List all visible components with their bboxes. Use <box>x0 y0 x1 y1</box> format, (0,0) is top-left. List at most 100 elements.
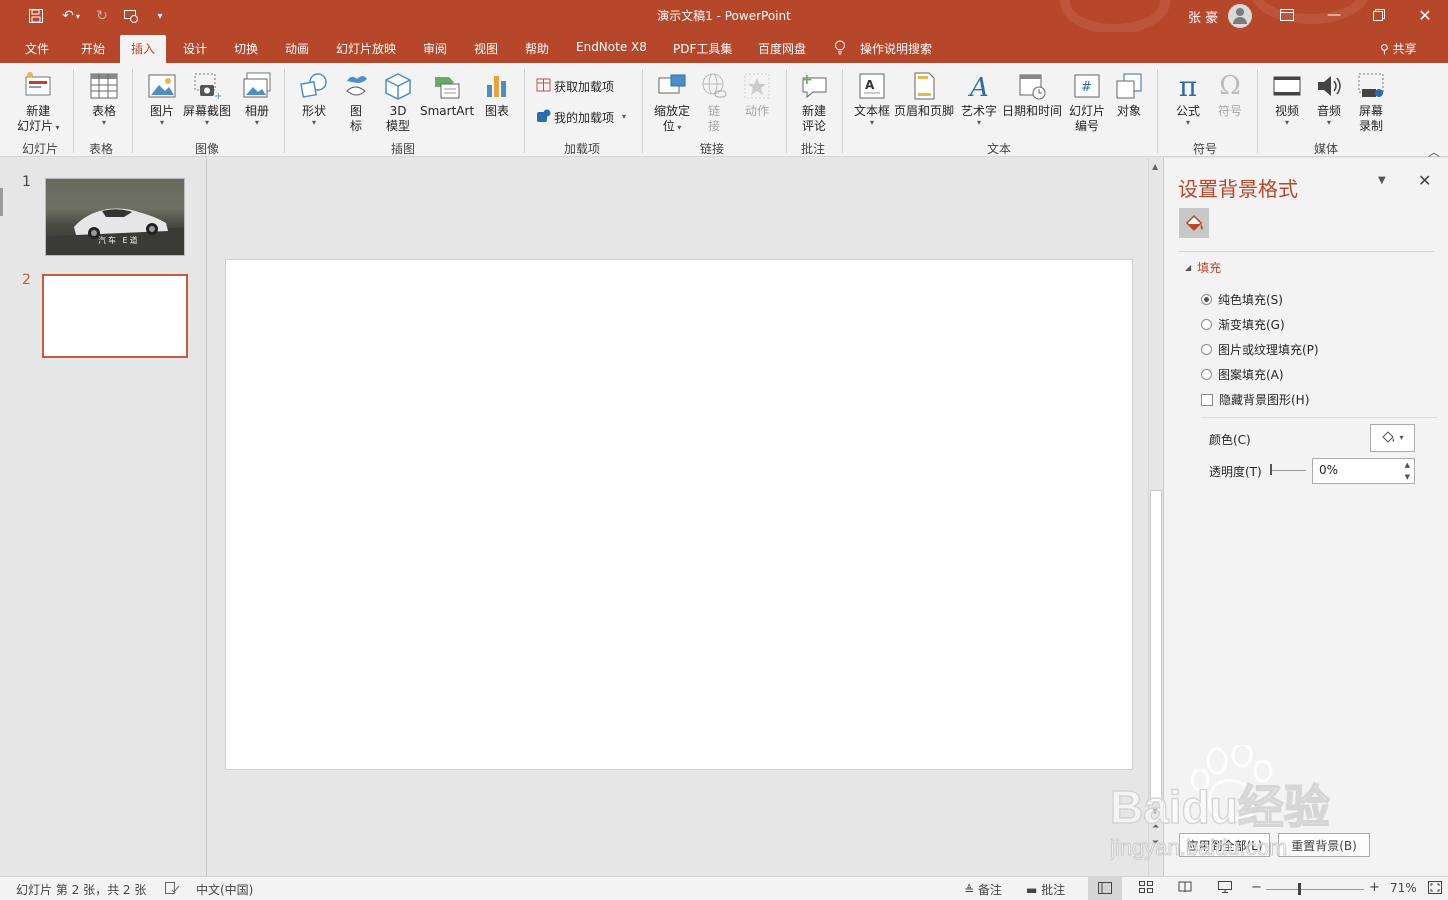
ribbon-separator <box>284 69 285 153</box>
zoom-level[interactable]: 71% <box>1390 881 1417 895</box>
smartart-button[interactable]: SmartArt <box>420 71 474 119</box>
avatar[interactable] <box>1228 4 1252 28</box>
previous-slide-icon[interactable]: ⏶ <box>1152 822 1159 832</box>
tab-pdf-tools[interactable]: PDF工具集 <box>673 40 732 57</box>
link-button[interactable]: 链 接 <box>699 71 729 134</box>
gradient-fill-radio[interactable]: 渐变填充(G) <box>1201 316 1285 333</box>
slide-number-button[interactable]: # 幻灯片 编号 <box>1069 71 1105 134</box>
format-background-pane: 设置背景格式 ▼ ✕ ◢ 填充 纯色填充(S) 渐变填充(G) 图片或纹理填充(… <box>1163 158 1448 876</box>
zoom-slider-knob[interactable] <box>1298 883 1302 895</box>
svg-text:+: + <box>214 91 222 101</box>
datetime-button[interactable]: 日期和时间 <box>1002 71 1062 119</box>
slideshow-view-button[interactable] <box>1218 881 1232 896</box>
notes-button[interactable]: ≜ 备注 <box>964 881 1002 898</box>
fit-to-window-icon[interactable] <box>1428 881 1442 897</box>
picture-button[interactable]: 图片 ▾ <box>147 71 177 127</box>
zoom-slider[interactable] <box>1266 889 1364 890</box>
tab-baidu-netdisk[interactable]: 百度网盘 <box>758 40 806 57</box>
language-indicator[interactable]: 中文(中国) <box>196 881 253 898</box>
album-button[interactable]: 相册 ▾ <box>242 71 272 127</box>
tab-view[interactable]: 视图 <box>474 40 498 57</box>
spellcheck-icon[interactable] <box>164 881 180 898</box>
transparency-input[interactable]: 0% ▲ ▼ <box>1312 458 1415 484</box>
3d-model-button[interactable]: 3D 模型 <box>383 71 413 134</box>
tab-review[interactable]: 审阅 <box>423 40 447 57</box>
pane-options-icon[interactable]: ▼ <box>1378 175 1386 186</box>
screen-record-button[interactable]: 屏幕 录制 <box>1356 71 1386 134</box>
reading-view-button[interactable] <box>1178 881 1192 896</box>
header-footer-button[interactable]: 页眉和页脚 <box>894 71 954 119</box>
my-addins-button[interactable]: 我的加载项 ▾ <box>536 108 626 126</box>
status-bar: 幻灯片 第 2 张，共 2 张 中文(中国) ≜ 备注 ▬ 批注 − + 71% <box>0 876 1448 900</box>
video-button[interactable]: 视频 ▾ <box>1272 71 1302 127</box>
picture-fill-radio[interactable]: 图片或纹理填充(P) <box>1201 341 1319 358</box>
tab-design[interactable]: 设计 <box>183 40 207 57</box>
slide-canvas[interactable] <box>225 259 1133 770</box>
tab-home[interactable]: 开始 <box>81 40 105 57</box>
zoom-out-icon[interactable]: − <box>1251 880 1262 895</box>
solid-fill-radio[interactable]: 纯色填充(S) <box>1201 291 1283 308</box>
chart-button[interactable]: 图表 <box>482 71 512 119</box>
transparency-slider-handle[interactable] <box>1270 464 1272 475</box>
action-button[interactable]: 动作 <box>742 71 772 119</box>
tab-animations[interactable]: 动画 <box>285 40 309 57</box>
slide-thumbnail-1[interactable]: 汽车 E道 <box>45 178 185 256</box>
apply-to-all-button[interactable]: 应用到全部(L) <box>1179 833 1270 857</box>
tell-me-search[interactable]: 操作说明搜索 <box>860 40 932 57</box>
minimize-icon[interactable]: — <box>1320 4 1348 26</box>
tab-file[interactable]: 文件 <box>25 40 49 57</box>
equation-button[interactable]: π 公式 ▾ <box>1173 71 1203 127</box>
symbol-button[interactable]: Ω 符号 <box>1215 71 1245 119</box>
user-name[interactable]: 张 豪 <box>1188 7 1218 26</box>
normal-view-button[interactable] <box>1088 877 1122 900</box>
get-addins-button[interactable]: 获取加载项 <box>536 77 614 95</box>
scroll-down-icon[interactable]: ▼ <box>1152 806 1158 815</box>
hide-background-checkbox[interactable]: 隐藏背景图形(H) <box>1201 391 1309 408</box>
pattern-fill-radio[interactable]: 图案填充(A) <box>1201 366 1284 383</box>
scrollbar-thumb[interactable] <box>1150 490 1162 802</box>
textbox-button[interactable]: A 文本框 ▾ <box>854 71 890 127</box>
new-comment-button[interactable]: + 新建 评论 <box>799 71 829 134</box>
tab-insert[interactable]: 插入 <box>120 35 167 63</box>
new-slide-button[interactable]: 新建 幻灯片 ▾ <box>17 71 60 134</box>
film-icon <box>1272 71 1302 101</box>
comments-button[interactable]: ▬ 批注 <box>1026 881 1065 898</box>
zoom-button[interactable]: 缩放定 位 ▾ <box>654 71 690 134</box>
zoom-label-2: 位 <box>662 119 675 133</box>
zoom-in-icon[interactable]: + <box>1369 880 1380 895</box>
tab-slideshow[interactable]: 幻灯片放映 <box>336 40 396 57</box>
action-label: 动作 <box>744 104 769 118</box>
reset-background-button[interactable]: 重置背景(B) <box>1278 833 1370 857</box>
sorter-view-button[interactable] <box>1139 881 1153 896</box>
restore-icon[interactable] <box>1365 4 1393 26</box>
transparency-slider[interactable] <box>1271 470 1306 471</box>
slide-thumbnail-2[interactable] <box>42 274 188 358</box>
tab-help[interactable]: 帮助 <box>525 40 549 57</box>
tab-endnote[interactable]: EndNote X8 <box>576 40 647 54</box>
shapes-button[interactable]: 形状 ▾ <box>299 71 329 127</box>
slide-scrollbar[interactable]: ▲ ▼ ⏶ ⏷ <box>1148 158 1163 876</box>
ribbon-display-icon[interactable] <box>1273 4 1301 26</box>
fill-section-label: 填充 <box>1197 261 1222 275</box>
slide-number-label-1: 幻灯片 <box>1069 104 1106 118</box>
wordart-button[interactable]: A 艺术字 ▾ <box>961 71 997 127</box>
color-picker-button[interactable]: ▾ <box>1370 424 1415 452</box>
screen-record-label-2: 录制 <box>1358 119 1383 133</box>
object-button[interactable]: 对象 <box>1114 71 1144 119</box>
zoom-label-1: 缩放定 <box>654 104 691 118</box>
icons-button[interactable]: 图 标 <box>341 71 371 134</box>
screenshot-button[interactable]: + 屏幕截图 ▾ <box>183 71 231 127</box>
next-slide-icon[interactable]: ⏷ <box>1152 838 1159 848</box>
fill-section-header[interactable]: ◢ 填充 <box>1185 259 1221 276</box>
pane-scroll-indicator <box>0 188 3 216</box>
audio-button[interactable]: 音频 ▾ <box>1314 71 1344 127</box>
spinner-icon[interactable]: ▲ ▼ <box>1405 459 1410 483</box>
pane-close-icon[interactable]: ✕ <box>1418 171 1431 190</box>
close-icon[interactable]: ✕ <box>1411 4 1439 26</box>
table-button[interactable]: 表格 ▾ <box>89 71 119 127</box>
star-action-icon <box>742 71 772 101</box>
scroll-up-icon[interactable]: ▲ <box>1152 162 1158 171</box>
tab-transitions[interactable]: 切换 <box>234 40 258 57</box>
fill-tab-icon[interactable] <box>1179 208 1209 238</box>
share-button[interactable]: ⚲ 共享 <box>1380 40 1417 57</box>
